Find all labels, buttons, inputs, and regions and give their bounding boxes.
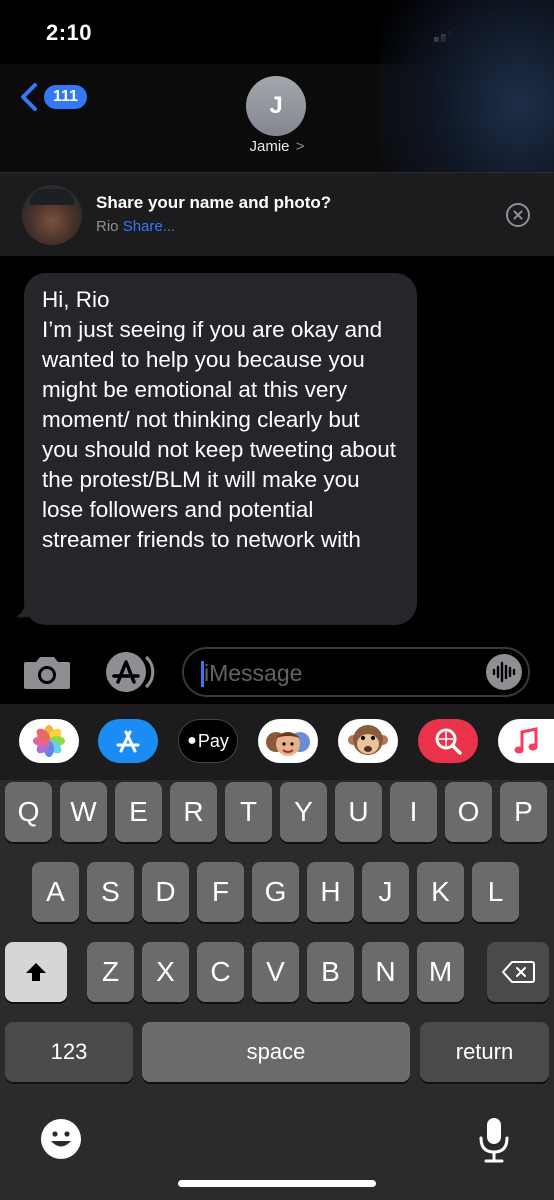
animoji-app-icon[interactable] [338, 719, 398, 763]
key-b[interactable]: B [307, 942, 354, 1002]
key-t[interactable]: T [225, 782, 272, 842]
key-p[interactable]: P [500, 782, 547, 842]
search-icon [435, 728, 462, 755]
app-store-icon[interactable] [102, 651, 158, 693]
key-u[interactable]: U [335, 782, 382, 842]
chevron-left-icon [21, 83, 37, 111]
camera-icon[interactable] [22, 654, 72, 690]
back-button[interactable]: 111 [18, 80, 87, 114]
bubble-tail [16, 593, 40, 618]
share-link[interactable]: Share... [123, 218, 176, 235]
chevron-right-icon: > [295, 138, 305, 155]
status-time: 2:10 [46, 20, 93, 45]
unread-count-badge: 111 [44, 85, 87, 109]
app-store-app-icon[interactable] [98, 719, 158, 763]
delete-key[interactable] [487, 942, 549, 1002]
share-banner-subtitle: Rio Share... [96, 218, 175, 235]
message-input[interactable]: iMessage [182, 647, 530, 697]
key-c[interactable]: C [197, 942, 244, 1002]
imessage-app-drawer: ● Pay [0, 704, 554, 780]
contact-name: Jamie [249, 138, 290, 155]
key-f[interactable]: F [197, 862, 244, 922]
status-bar: 2:10 [0, 0, 554, 64]
memoji-app-icon[interactable] [258, 719, 318, 763]
key-w[interactable]: W [60, 782, 107, 842]
key-s[interactable]: S [87, 862, 134, 922]
music-app-icon[interactable] [498, 719, 554, 763]
key-i[interactable]: I [390, 782, 437, 842]
key-n[interactable]: N [362, 942, 409, 1002]
wifi-icon [466, 22, 492, 40]
photos-app-icon[interactable] [19, 719, 79, 763]
incoming-message-bubble[interactable]: Hi, Rio I’m just seeing if you are okay … [24, 273, 417, 625]
microphone-icon[interactable] [476, 1116, 512, 1164]
message-placeholder: iMessage [204, 660, 303, 686]
emoji-icon[interactable] [40, 1118, 82, 1160]
return-key[interactable]: return [420, 1022, 549, 1082]
shift-arrow-icon [26, 963, 46, 981]
audio-message-button[interactable] [486, 654, 522, 690]
conversation-header: 111 J Jamie > [0, 64, 554, 172]
compose-bar: iMessage [0, 640, 554, 704]
waveform-icon [492, 661, 516, 683]
key-e[interactable]: E [115, 782, 162, 842]
shift-key[interactable] [5, 942, 67, 1002]
contact-avatar[interactable]: J [246, 76, 306, 136]
cellular-signal-icon [434, 26, 464, 42]
key-q[interactable]: Q [5, 782, 52, 842]
key-k[interactable]: K [417, 862, 464, 922]
key-h[interactable]: H [307, 862, 354, 922]
key-x[interactable]: X [142, 942, 189, 1002]
apple-logo-icon: ● [187, 732, 197, 749]
key-j[interactable]: J [362, 862, 409, 922]
apple-pay-label: Pay [197, 730, 229, 751]
share-banner-title: Share your name and photo? [96, 193, 332, 212]
web-search-app-icon[interactable] [418, 719, 478, 763]
app-store-a-icon [116, 730, 140, 753]
battery-icon [498, 24, 536, 42]
close-icon[interactable] [506, 203, 530, 227]
music-note-icon [514, 727, 538, 754]
photos-icon [33, 725, 65, 757]
key-m[interactable]: M [417, 942, 464, 1002]
message-text: Hi, Rio I’m just seeing if you are okay … [42, 287, 397, 552]
key-a[interactable]: A [32, 862, 79, 922]
key-z[interactable]: Z [87, 942, 134, 1002]
key-y[interactable]: Y [280, 782, 327, 842]
backspace-icon [502, 961, 535, 983]
monkey-icon [348, 725, 388, 755]
key-d[interactable]: D [142, 862, 189, 922]
contact-name-button[interactable]: Jamie > [0, 138, 554, 155]
apple-pay-app-icon[interactable]: ● Pay [178, 719, 238, 763]
home-indicator[interactable] [178, 1180, 376, 1187]
message-list[interactable]: Hi, Rio I’m just seeing if you are okay … [0, 256, 554, 640]
keyboard: Q W E R T Y U I O P A S D F G H J K L Z … [0, 780, 554, 1200]
key-o[interactable]: O [445, 782, 492, 842]
share-name-photo-banner: Share your name and photo? Rio Share... [0, 172, 554, 256]
memoji-icon [266, 732, 310, 756]
profile-name: Rio [96, 218, 119, 235]
profile-photo [22, 185, 82, 245]
space-key[interactable]: space [142, 1022, 410, 1082]
key-l[interactable]: L [472, 862, 519, 922]
key-v[interactable]: V [252, 942, 299, 1002]
numbers-key[interactable]: 123 [5, 1022, 133, 1082]
key-g[interactable]: G [252, 862, 299, 922]
key-r[interactable]: R [170, 782, 217, 842]
